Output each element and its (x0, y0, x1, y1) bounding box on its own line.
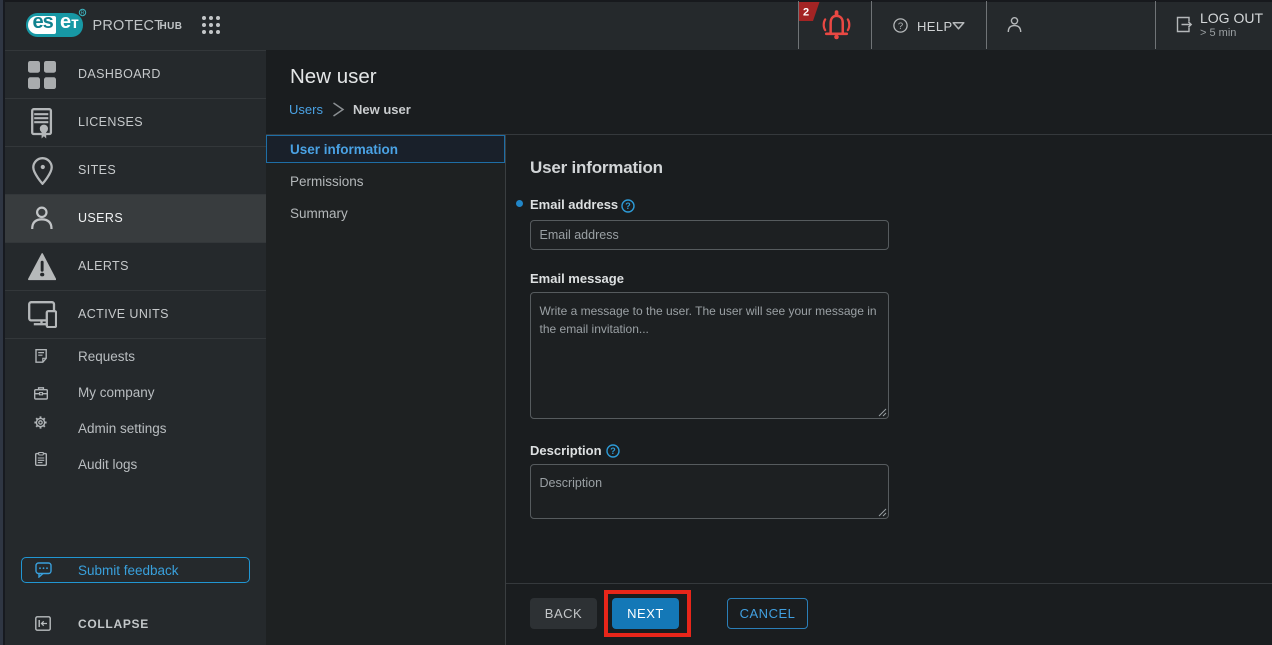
svg-text:?: ? (625, 201, 631, 211)
svg-text:R: R (81, 11, 85, 17)
svg-text:?: ? (898, 21, 903, 32)
svg-text:?: ? (610, 446, 616, 456)
svg-text:2: 2 (803, 7, 809, 19)
